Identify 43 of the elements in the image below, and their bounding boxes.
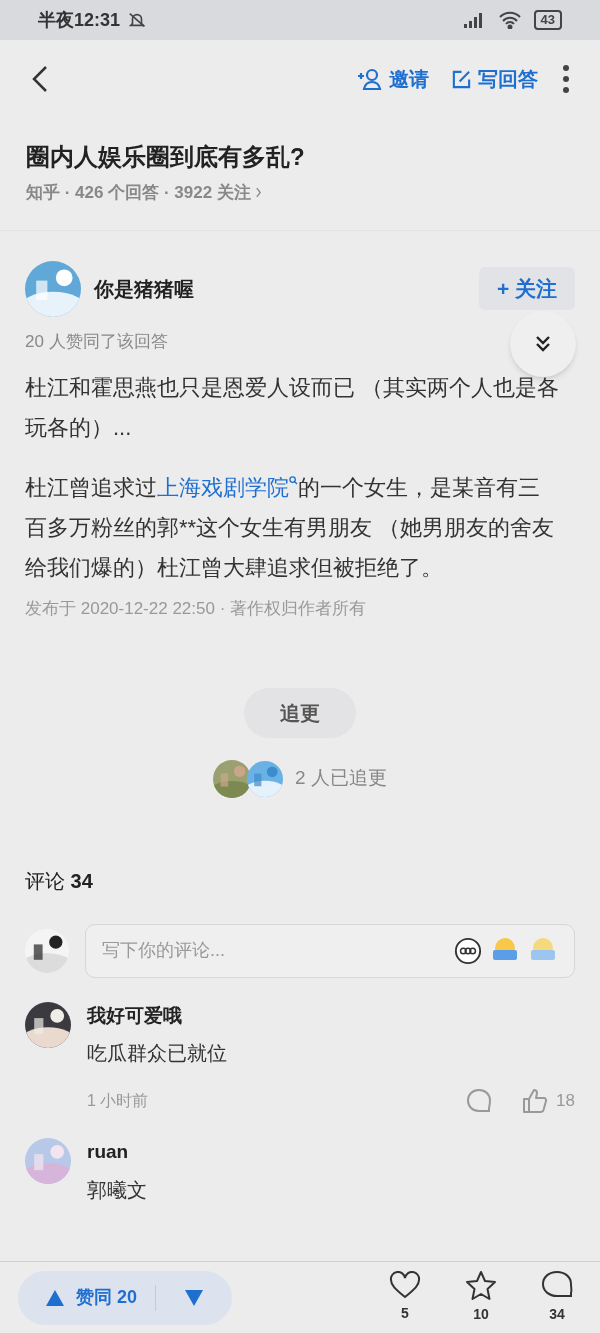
answer-paragraph: 杜江曾追求过上海戏剧学院 的一个女生，是某音有三百多万粉丝的郭**这个女生有男朋友 （她男朋友的舍友给我们爆的）杜江曾大肆追求但被拒绝了。 [25,474,556,582]
star-icon [465,1270,497,1300]
like-button[interactable]: 5 [380,1271,430,1324]
commenter-name: ruan [87,1140,130,1164]
question-title: 圈内人娱乐圈到底有多乱? [26,142,306,172]
star-button[interactable]: 10 [456,1270,506,1325]
reply-button[interactable] [466,1088,493,1114]
invite-button[interactable]: 邀请 [357,64,429,94]
comments-heading: 评论 34 [25,868,94,894]
status-time: 半夜12:31 [38,8,121,32]
follow-updates-count: 2 人已追更 [295,766,387,791]
question-meta[interactable]: 知乎 · 426 个回答 · 3922 关注 [26,180,262,206]
comment-button[interactable]: 34 [532,1270,582,1325]
comment-input[interactable]: 写下你的评论... [85,923,575,978]
answer-paragraph: 杜江和霍思燕也只是恩爱人设而已 （其实两个人也是各玩各的）... [25,374,561,442]
follow-updates-button[interactable]: 追更 [244,687,356,738]
comment-icon [541,1270,573,1300]
heart-icon [389,1271,421,1299]
comment-field[interactable]: 写下你的评论... [102,937,446,964]
battery-indicator: 43 [533,10,562,30]
write-answer-button[interactable]: 写回答 [451,64,538,94]
down-triangle-icon [185,1289,203,1306]
comment-text: 郭曦文 [87,1177,148,1203]
edit-icon [451,68,472,90]
double-chevron-icon [533,333,553,354]
wifi-icon [497,11,522,29]
comment-time: 1 小时前 [87,1091,150,1111]
comment-text: 吃瓜群众已就位 [87,1041,228,1066]
sticker-icon[interactable] [454,936,482,965]
more-button[interactable] [562,65,570,93]
up-triangle-icon [46,1289,64,1306]
comment-like-button[interactable]: 18 [522,1088,575,1114]
search-icon [289,476,298,485]
votes-note: 20 人赞同了该回答 [25,330,168,353]
answer-link[interactable]: 上海戏剧学院 [157,475,298,500]
chevron-right-icon [254,187,262,199]
follow-button[interactable]: + 关注 [478,266,575,311]
author-name: 你是猪猪喔 [94,276,195,302]
publish-info: 发布于 2020-12-22 22:50 · 著作权归作者所有 [25,598,368,620]
upvote-button[interactable]: 赞同 20 [18,1284,156,1311]
muted-bell-icon [128,11,147,29]
commenter-name: 我好可爱哦 [87,1003,183,1028]
add-user-icon [357,68,383,90]
